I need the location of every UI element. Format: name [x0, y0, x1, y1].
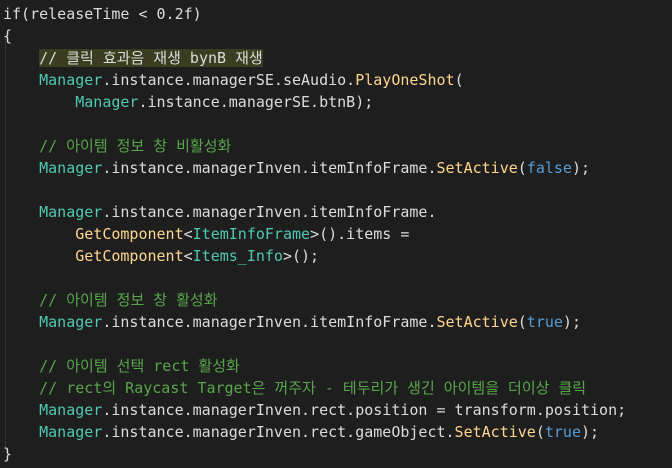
- code-token-method: PlayOneShot: [355, 71, 455, 89]
- code-token-keyword: false: [526, 159, 572, 177]
- code-line[interactable]: // 아이템 정보 창 비활성화: [3, 135, 231, 157]
- code-line[interactable]: // 아이템 선택 rect 활성화: [3, 355, 240, 377]
- code-line[interactable]: Manager.instance.managerSE.seAudio.PlayO…: [3, 69, 464, 91]
- code-token-default: >().items =: [310, 225, 410, 243]
- code-token-default: [3, 137, 39, 155]
- code-token-default: .instance.managerInven.rect.position = t…: [102, 401, 627, 419]
- code-token-method: SetActive: [436, 313, 518, 331]
- code-token-default: [3, 203, 39, 221]
- code-token-default: (: [517, 159, 527, 177]
- code-token-comment: // 아이템 정보 창 활성화: [39, 291, 218, 309]
- code-token-default: [3, 93, 75, 111]
- code-token-default: .instance.managerSE.seAudio.: [102, 71, 356, 89]
- code-token-method: SetActive: [436, 159, 518, 177]
- code-editor[interactable]: if(releaseTime < 0.2f) { // 클릭 효과음 재생 byn…: [0, 0, 672, 468]
- code-token-default: .instance.managerInven.rect.gameObject.: [102, 423, 455, 441]
- code-line[interactable]: // 클릭 효과음 재생 bynB 재생: [3, 47, 263, 69]
- code-token-default: [3, 71, 39, 89]
- code-token-default: .instance.managerInven.itemInfoFrame.: [102, 159, 437, 177]
- code-token-default: >();: [282, 247, 320, 265]
- code-line[interactable]: Manager.instance.managerInven.itemInfoFr…: [3, 157, 590, 179]
- code-token-method: GetComponent: [75, 225, 184, 243]
- code-line[interactable]: Manager.instance.managerInven.itemInfoFr…: [3, 311, 581, 333]
- code-token-method: SetActive: [454, 423, 536, 441]
- code-token-default: [3, 313, 39, 331]
- code-line[interactable]: // 아이템 정보 창 활성화: [3, 289, 218, 311]
- code-token-comment-hl: // 클릭 효과음 재생 bynB 재생: [39, 49, 263, 67]
- code-line[interactable]: }: [3, 443, 12, 465]
- code-line[interactable]: GetComponent<Items_Info>();: [3, 245, 319, 267]
- code-token-default: );: [571, 159, 591, 177]
- code-token-default: [3, 379, 39, 397]
- code-token-default: [3, 357, 39, 375]
- code-token-class: ItemInfoFrame: [192, 225, 311, 243]
- code-token-default: }: [3, 445, 13, 463]
- code-token-default: [3, 247, 75, 265]
- code-token-default: (: [454, 71, 464, 89]
- code-token-default: .instance.managerInven.itemInfoFrame.: [102, 313, 437, 331]
- code-token-default: [3, 401, 39, 419]
- code-token-default: [3, 423, 39, 441]
- code-line[interactable]: Manager.instance.managerInven.rect.gameO…: [3, 421, 599, 443]
- code-token-default: <: [183, 247, 193, 265]
- code-token-default: (: [535, 423, 545, 441]
- code-token-class: Manager: [39, 71, 103, 89]
- code-token-default: if(releaseTime < 0.2f): [3, 5, 202, 23]
- code-line[interactable]: // rect의 Raycast Target은 꺼주자 - 테두리가 생긴 아…: [3, 377, 586, 399]
- code-token-default: [3, 225, 75, 243]
- code-line[interactable]: Manager.instance.managerSE.btnB);: [3, 91, 373, 113]
- code-token-default: (: [517, 313, 527, 331]
- code-token-default: [3, 291, 39, 309]
- code-token-comment: // 아이템 선택 rect 활성화: [39, 357, 240, 375]
- code-token-comment: // rect의 Raycast Target은 꺼주자 - 테두리가 생긴 아…: [39, 379, 587, 397]
- code-token-default: );: [562, 313, 581, 331]
- code-token-comment: // 아이템 정보 창 비활성화: [39, 137, 232, 155]
- code-token-keyword: true: [526, 313, 563, 331]
- code-token-default: .instance.managerSE.btnB);: [138, 93, 374, 111]
- code-token-class: Manager: [39, 401, 103, 419]
- code-line[interactable]: GetComponent<ItemInfoFrame>().items =: [3, 223, 409, 245]
- code-token-default: {: [3, 27, 13, 45]
- code-token-class: Manager: [39, 313, 103, 331]
- code-line[interactable]: Manager.instance.managerInven.itemInfoFr…: [3, 201, 436, 223]
- code-token-default: <: [183, 225, 193, 243]
- code-token-keyword: true: [544, 423, 581, 441]
- code-token-class: Manager: [75, 93, 139, 111]
- code-token-class: Manager: [39, 423, 103, 441]
- code-token-class: Manager: [39, 159, 103, 177]
- code-token-default: .instance.managerInven.itemInfoFrame.: [102, 203, 437, 221]
- code-token-default: );: [580, 423, 600, 441]
- code-token-default: [3, 49, 39, 67]
- code-line[interactable]: Manager.instance.managerInven.rect.posit…: [3, 399, 626, 421]
- code-token-class: Items_Info: [192, 247, 283, 265]
- code-line[interactable]: if(releaseTime < 0.2f): [3, 3, 202, 25]
- code-token-class: Manager: [39, 203, 103, 221]
- code-line[interactable]: {: [3, 25, 12, 47]
- code-token-method: GetComponent: [75, 247, 184, 265]
- code-token-default: [3, 159, 39, 177]
